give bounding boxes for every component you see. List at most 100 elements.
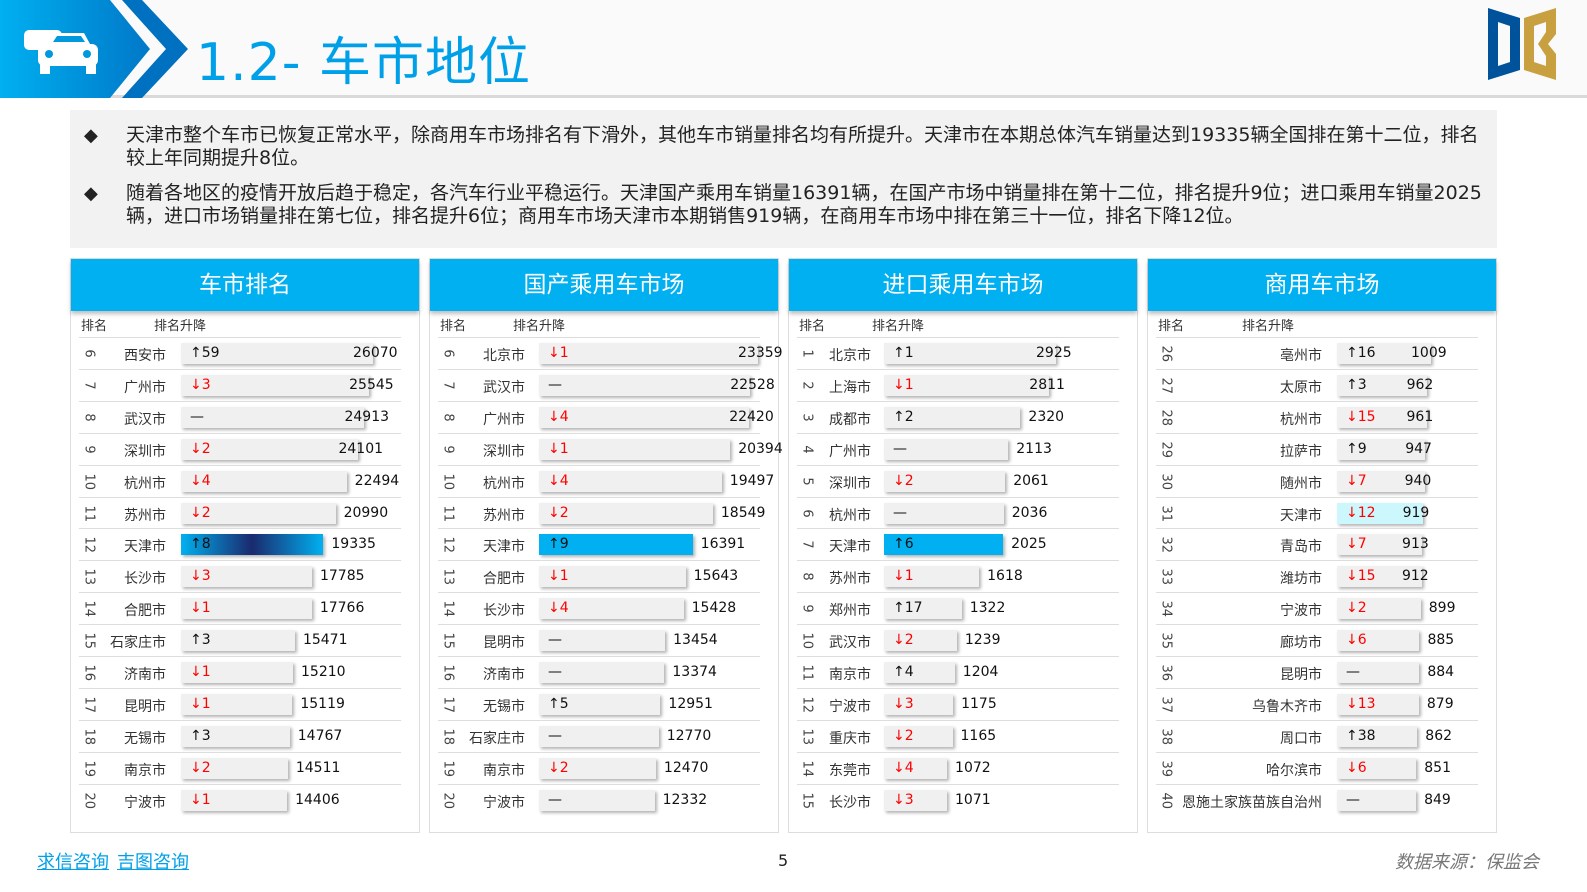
rank: 5 bbox=[799, 476, 815, 486]
rank-change: — bbox=[548, 664, 562, 680]
rank-change: ↑3 bbox=[190, 632, 211, 649]
city-name: 天津市 bbox=[1280, 507, 1322, 524]
rank-change: — bbox=[1346, 664, 1360, 680]
city-name: 成都市 bbox=[829, 411, 871, 428]
city-name: 杭州市 bbox=[483, 475, 525, 492]
table-row: 32 青岛市 ↓7 913 bbox=[1156, 528, 1478, 560]
city-name: 宁波市 bbox=[483, 794, 525, 811]
rank-change: ↓2 bbox=[548, 759, 569, 776]
footer-link[interactable]: 求信咨询 bbox=[37, 852, 109, 873]
rank: 16 bbox=[81, 664, 97, 682]
rank: 19 bbox=[81, 760, 97, 777]
city-name: 武汉市 bbox=[829, 635, 871, 652]
rank-change: ↓6 bbox=[1346, 632, 1367, 649]
panel-1: 车市排名 排名 排名升降 6 西安市 ↑59 26070 7 广州市 ↓3 2554… bbox=[70, 258, 420, 833]
rank: 20 bbox=[440, 792, 456, 809]
rank: 6 bbox=[81, 349, 97, 358]
sales-value: 2061 bbox=[1013, 472, 1049, 489]
city-name: 宁波市 bbox=[124, 794, 166, 811]
table-row: 19 南京市 ↓2 12470 bbox=[438, 751, 760, 784]
rank-change: ↓4 bbox=[893, 759, 914, 776]
table-row: 7 天津市 ↑6 2025 bbox=[797, 528, 1119, 560]
sales-value: 15643 bbox=[693, 568, 739, 585]
table-row: 33 潍坊市 ↓15 912 bbox=[1156, 560, 1478, 592]
rank-change: ↑1 bbox=[893, 345, 914, 361]
rank: 9 bbox=[81, 445, 97, 454]
table-row: 37 乌鲁木齐市 ↓13 879 bbox=[1156, 687, 1478, 720]
sales-value: 12470 bbox=[663, 759, 709, 776]
table-row: 12 宁波市 ↓3 1175 bbox=[797, 687, 1119, 720]
sales-value: 885 bbox=[1427, 632, 1455, 649]
footer-link[interactable]: 吉图咨询 bbox=[117, 852, 189, 873]
city-name: 上海市 bbox=[829, 379, 871, 396]
rank: 8 bbox=[799, 572, 815, 581]
rank: 39 bbox=[1158, 760, 1174, 777]
rank-change: — bbox=[190, 408, 204, 425]
table-row: 26 亳州市 ↑16 1009 bbox=[1156, 337, 1478, 369]
city-name: 重庆市 bbox=[829, 730, 871, 747]
sales-bar bbox=[539, 406, 750, 428]
sales-value: 25545 bbox=[349, 376, 394, 393]
table-row: 11 苏州市 ↓2 20990 bbox=[79, 496, 401, 529]
rank: 8 bbox=[440, 413, 456, 422]
table-row: 15 昆明市 — 13454 bbox=[438, 624, 760, 656]
page-number: 5 bbox=[778, 851, 789, 870]
sales-value: 913 bbox=[1402, 536, 1429, 553]
rank: 10 bbox=[81, 473, 97, 490]
sales-value: 17785 bbox=[319, 568, 365, 585]
rank-change: — bbox=[893, 504, 907, 521]
sales-value: 1009 bbox=[1411, 345, 1447, 361]
rank: 10 bbox=[440, 473, 456, 490]
table-row: 29 拉萨市 ↑9 947 bbox=[1156, 432, 1478, 465]
city-name: 杭州市 bbox=[829, 507, 871, 524]
rank-change: ↑8 bbox=[190, 536, 211, 553]
city-name: 天津市 bbox=[124, 539, 166, 556]
table-row: 3 成都市 ↑2 2320 bbox=[797, 400, 1119, 433]
sales-value: 17766 bbox=[319, 600, 365, 617]
table-row: 30 随州市 ↓7 940 bbox=[1156, 464, 1478, 497]
summary-box: ◆ 天津市整个车市已恢复正常水平，除商用车市场排名有下滑外，其他车市销量排名均有所… bbox=[70, 110, 1497, 248]
rank-change: — bbox=[548, 791, 562, 808]
rank: 11 bbox=[440, 505, 456, 522]
rank: 20 bbox=[81, 792, 97, 809]
rank-change: ↑5 bbox=[548, 695, 569, 712]
sales-value: 20394 bbox=[738, 440, 783, 457]
city-name: 北京市 bbox=[483, 348, 525, 364]
sales-value: 962 bbox=[1406, 376, 1434, 393]
rank-change: — bbox=[548, 376, 562, 393]
rank: 7 bbox=[81, 381, 97, 390]
rank: 16 bbox=[440, 664, 456, 682]
table-row: 1 北京市 ↑1 2925 bbox=[797, 337, 1119, 369]
sales-value: 26070 bbox=[353, 345, 398, 361]
city-name: 无锡市 bbox=[124, 730, 166, 747]
table-row: 14 合肥市 ↓1 17766 bbox=[79, 592, 401, 624]
rank: 30 bbox=[1158, 473, 1174, 490]
rank-change: ↓2 bbox=[548, 504, 569, 521]
rank: 11 bbox=[799, 664, 815, 682]
rank: 3 bbox=[799, 413, 815, 422]
table-row: 13 长沙市 ↓3 17785 bbox=[79, 560, 401, 592]
rank-change: ↓1 bbox=[893, 376, 914, 393]
table-row: 15 石家庄市 ↑3 15471 bbox=[79, 624, 401, 656]
rank: 13 bbox=[799, 728, 815, 745]
city-name: 苏州市 bbox=[124, 507, 166, 524]
city-name: 廊坊市 bbox=[1280, 635, 1322, 652]
rank-change: ↑3 bbox=[1346, 376, 1367, 393]
column-header-change: 排名升降 bbox=[1242, 319, 1295, 334]
city-name: 深圳市 bbox=[829, 475, 871, 492]
city-name: 东莞市 bbox=[829, 762, 871, 779]
column-header-change: 排名升降 bbox=[513, 319, 566, 334]
rank: 38 bbox=[1158, 728, 1174, 745]
city-name: 南京市 bbox=[124, 762, 166, 779]
rank-change: ↑17 bbox=[893, 600, 923, 617]
panel-title: 进口乘用车市场 bbox=[789, 259, 1137, 311]
rank: 11 bbox=[81, 505, 97, 522]
rank: 35 bbox=[1158, 632, 1174, 650]
sales-value: 22494 bbox=[354, 472, 400, 489]
rank: 12 bbox=[81, 536, 97, 554]
rank-change: ↓1 bbox=[190, 600, 211, 617]
sales-value: 24101 bbox=[338, 440, 384, 457]
sales-value: 12770 bbox=[666, 727, 712, 744]
rank-change: ↓1 bbox=[190, 664, 211, 680]
rank-change: ↓7 bbox=[1346, 536, 1367, 553]
